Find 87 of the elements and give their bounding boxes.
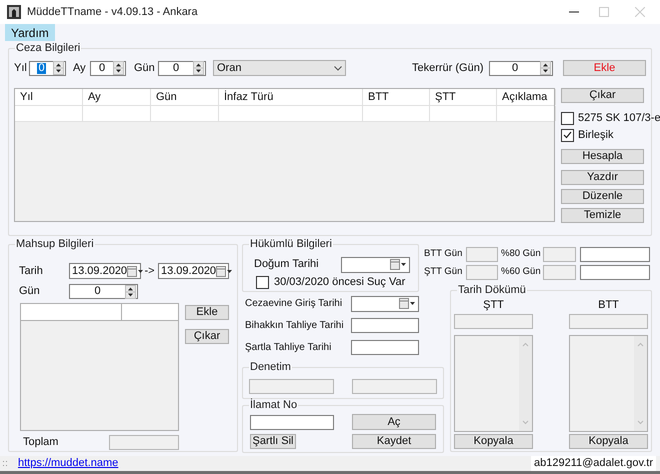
date-picker[interactable] xyxy=(351,296,419,312)
button[interactable]: Ekle xyxy=(563,60,646,76)
button[interactable]: Kopyala xyxy=(454,434,533,449)
field-label: Ay xyxy=(73,62,87,74)
field-label: BTT xyxy=(597,300,620,311)
day-field xyxy=(543,264,576,280)
field-label: %60 Gün xyxy=(501,267,542,277)
day-field xyxy=(543,246,576,262)
field-label: Birleşik xyxy=(578,130,614,140)
calendar-dropdown-icon[interactable] xyxy=(399,298,416,309)
chevron-down-icon xyxy=(334,66,342,70)
date-picker[interactable] xyxy=(341,256,410,272)
field-label: ŞTT Gün xyxy=(424,267,464,277)
checkbox[interactable] xyxy=(561,128,574,142)
text-field[interactable] xyxy=(580,264,650,280)
field-label: Tekerrür (Gün) xyxy=(412,62,485,74)
button[interactable]: Temizle xyxy=(561,208,644,223)
text-field[interactable] xyxy=(351,340,419,355)
field-label: Cezaevine Giriş Tarihi xyxy=(245,298,344,308)
field-label: Doğum Tarihi xyxy=(254,259,320,270)
button[interactable]: Hesapla xyxy=(561,149,644,164)
field-label: 5275 SK 107/3-e xyxy=(578,112,660,124)
group-title: Ceza Bilgileri xyxy=(15,42,82,55)
spin-arrows-icon[interactable] xyxy=(540,61,551,75)
button[interactable]: Aç xyxy=(352,414,436,430)
field-label: %80 Gün xyxy=(501,249,542,259)
button[interactable]: Düzenle xyxy=(561,189,644,204)
number-field[interactable]: 0 xyxy=(29,60,66,76)
field-label: Toplam xyxy=(22,437,60,448)
field-label: Şartla Tahliye Tarihi xyxy=(245,342,332,352)
number-field[interactable]: 0 xyxy=(489,60,553,76)
field-label: BTT Gün xyxy=(424,249,464,259)
field-label: ŞTT xyxy=(482,300,505,311)
day-field xyxy=(466,246,498,262)
field-label: Yıl xyxy=(14,62,28,74)
data-table[interactable]: Yıl Ay Gün İnfaz Türü BTT ŞTT Açıklama xyxy=(14,88,555,222)
calendar-dropdown-icon[interactable] xyxy=(216,266,234,276)
date-picker[interactable]: 13.09.2020 xyxy=(69,263,141,279)
spin-arrows-icon[interactable] xyxy=(193,61,204,75)
app-icon xyxy=(7,5,21,19)
button[interactable]: Ekle xyxy=(185,305,229,320)
column-header[interactable]: BTT xyxy=(363,89,430,105)
day-field xyxy=(466,264,498,280)
calendar-dropdown-icon[interactable] xyxy=(390,259,407,270)
spin-arrows-icon[interactable] xyxy=(53,61,64,75)
spin-arrows-icon[interactable] xyxy=(113,61,124,75)
checkmark-icon xyxy=(563,131,572,139)
column-header[interactable]: Gün xyxy=(151,89,219,105)
text-field[interactable] xyxy=(580,246,650,262)
scrollbar-drawing[interactable] xyxy=(519,336,532,431)
column-header[interactable]: Ay xyxy=(83,89,151,105)
column-header[interactable]: Açıklama xyxy=(497,89,556,105)
calendar-dropdown-icon[interactable] xyxy=(127,266,144,276)
field-label: Gün xyxy=(19,286,41,297)
group-title: Mahsup Bilgileri xyxy=(15,238,95,251)
text-field[interactable] xyxy=(351,318,419,333)
field-label: 30/03/2020 öncesi Suç Var xyxy=(274,276,406,288)
date-picker[interactable]: 13.09.2020 xyxy=(158,263,229,279)
field-label: Tarih xyxy=(19,266,44,276)
list-view[interactable] xyxy=(20,303,179,431)
field-label: Gün xyxy=(134,62,156,74)
text-field[interactable] xyxy=(250,414,334,430)
button[interactable]: Kaydet xyxy=(352,434,436,449)
number-field[interactable]: 0 xyxy=(90,60,126,76)
menu-item[interactable]: Yardım xyxy=(5,24,55,41)
column-header[interactable]: Yıl xyxy=(15,89,83,105)
user-email: ab129211@adalet.gov.tr xyxy=(530,456,656,471)
column-header[interactable]: İnfaz Türü xyxy=(219,89,363,105)
dropdown[interactable]: Oran xyxy=(213,60,346,76)
button[interactable]: Şartlı Sil xyxy=(250,434,296,449)
number-field[interactable]: 0 xyxy=(69,284,138,299)
button[interactable]: Çıkar xyxy=(185,329,229,344)
scrollbar-drawing[interactable] xyxy=(634,336,647,431)
button[interactable]: Kopyala xyxy=(569,434,648,449)
number-field[interactable]: 0 xyxy=(158,60,206,76)
button[interactable]: Yazdır xyxy=(561,170,644,185)
group-title: Hükümlü Bilgileri xyxy=(249,238,333,251)
total-field xyxy=(109,435,179,450)
checkbox[interactable] xyxy=(561,112,574,124)
spin-arrows-icon[interactable] xyxy=(125,284,136,298)
column-header[interactable]: ŞTT xyxy=(430,89,497,105)
website-link[interactable]: https://muddet.name xyxy=(18,458,118,469)
checkbox[interactable] xyxy=(256,276,269,288)
field-label: Bihakkın Tahliye Tarihi xyxy=(245,320,345,330)
field-label: -> xyxy=(143,266,156,276)
button[interactable]: Çıkar xyxy=(561,88,644,103)
window-title: MüddeTTname - v4.09.13 - Ankara xyxy=(27,4,198,20)
